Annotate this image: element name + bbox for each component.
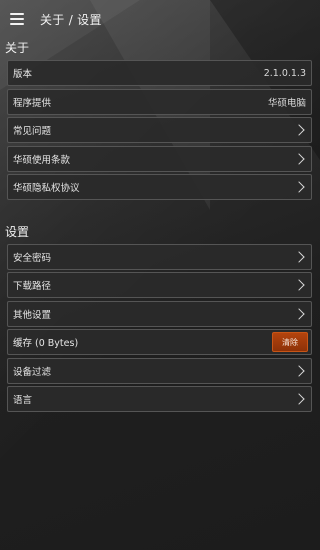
- version-label: 版本: [13, 69, 33, 80]
- provider-label: 程序提供: [13, 97, 52, 109]
- app-root: 关于 / 设置 关于 版本 2.1.0.1.3 程序提供 华硕电脑 常见问题 华…: [0, 0, 320, 550]
- language-row[interactable]: 语言: [7, 386, 312, 412]
- chevron-right-icon: [293, 393, 305, 405]
- about-group: 版本 2.1.0.1.3 程序提供 华硕电脑 常见问题 华硕使用条款 华硕隐私权…: [0, 58, 320, 200]
- page-title: 关于 / 设置: [40, 12, 102, 27]
- terms-row[interactable]: 华硕使用条款: [7, 145, 312, 172]
- security-pin-label: 安全密码: [13, 252, 52, 264]
- terms-label: 华硕使用条款: [13, 154, 71, 166]
- device-filter-label: 设备过滤: [13, 366, 52, 378]
- chevron-right-icon: [293, 364, 305, 377]
- top-bar: 关于 / 设置: [0, 0, 320, 38]
- chevron-right-icon: [293, 124, 305, 136]
- settings-group: 安全密码 下载路径 其他设置 缓存 (0 Bytes) 清除 设备过滤 语言: [0, 242, 320, 412]
- provider-value: 华硕电脑: [267, 97, 306, 109]
- download-path-label: 下载路径: [13, 281, 52, 292]
- faq-row[interactable]: 常见问题: [7, 117, 312, 143]
- version-row: 版本 2.1.0.1.3: [7, 60, 312, 86]
- version-value: 2.1.0.1.3: [263, 67, 306, 79]
- section-header-settings: 设置: [5, 224, 30, 239]
- chevron-right-icon: [293, 181, 305, 193]
- clear-cache-button[interactable]: 清除: [272, 332, 308, 352]
- cache-label: 缓存 (0 Bytes): [13, 338, 79, 349]
- privacy-label: 华硕隐私权协议: [13, 183, 80, 194]
- provider-row: 程序提供 华硕电脑: [7, 88, 312, 115]
- chevron-right-icon: [293, 279, 305, 291]
- language-label: 语言: [13, 395, 33, 406]
- faq-label: 常见问题: [13, 126, 52, 137]
- section-header-about: 关于: [5, 41, 30, 55]
- device-filter-row[interactable]: 设备过滤: [7, 357, 312, 384]
- chevron-right-icon: [293, 307, 305, 320]
- download-path-row[interactable]: 下载路径: [7, 272, 312, 298]
- hamburger-menu-icon[interactable]: [10, 13, 24, 25]
- other-settings-label: 其他设置: [13, 309, 52, 321]
- security-pin-row[interactable]: 安全密码: [7, 243, 312, 270]
- chevron-right-icon: [293, 250, 305, 263]
- privacy-row[interactable]: 华硕隐私权协议: [7, 174, 312, 200]
- chevron-right-icon: [293, 152, 305, 165]
- other-settings-row[interactable]: 其他设置: [7, 300, 312, 327]
- cache-row: 缓存 (0 Bytes) 清除: [7, 329, 312, 355]
